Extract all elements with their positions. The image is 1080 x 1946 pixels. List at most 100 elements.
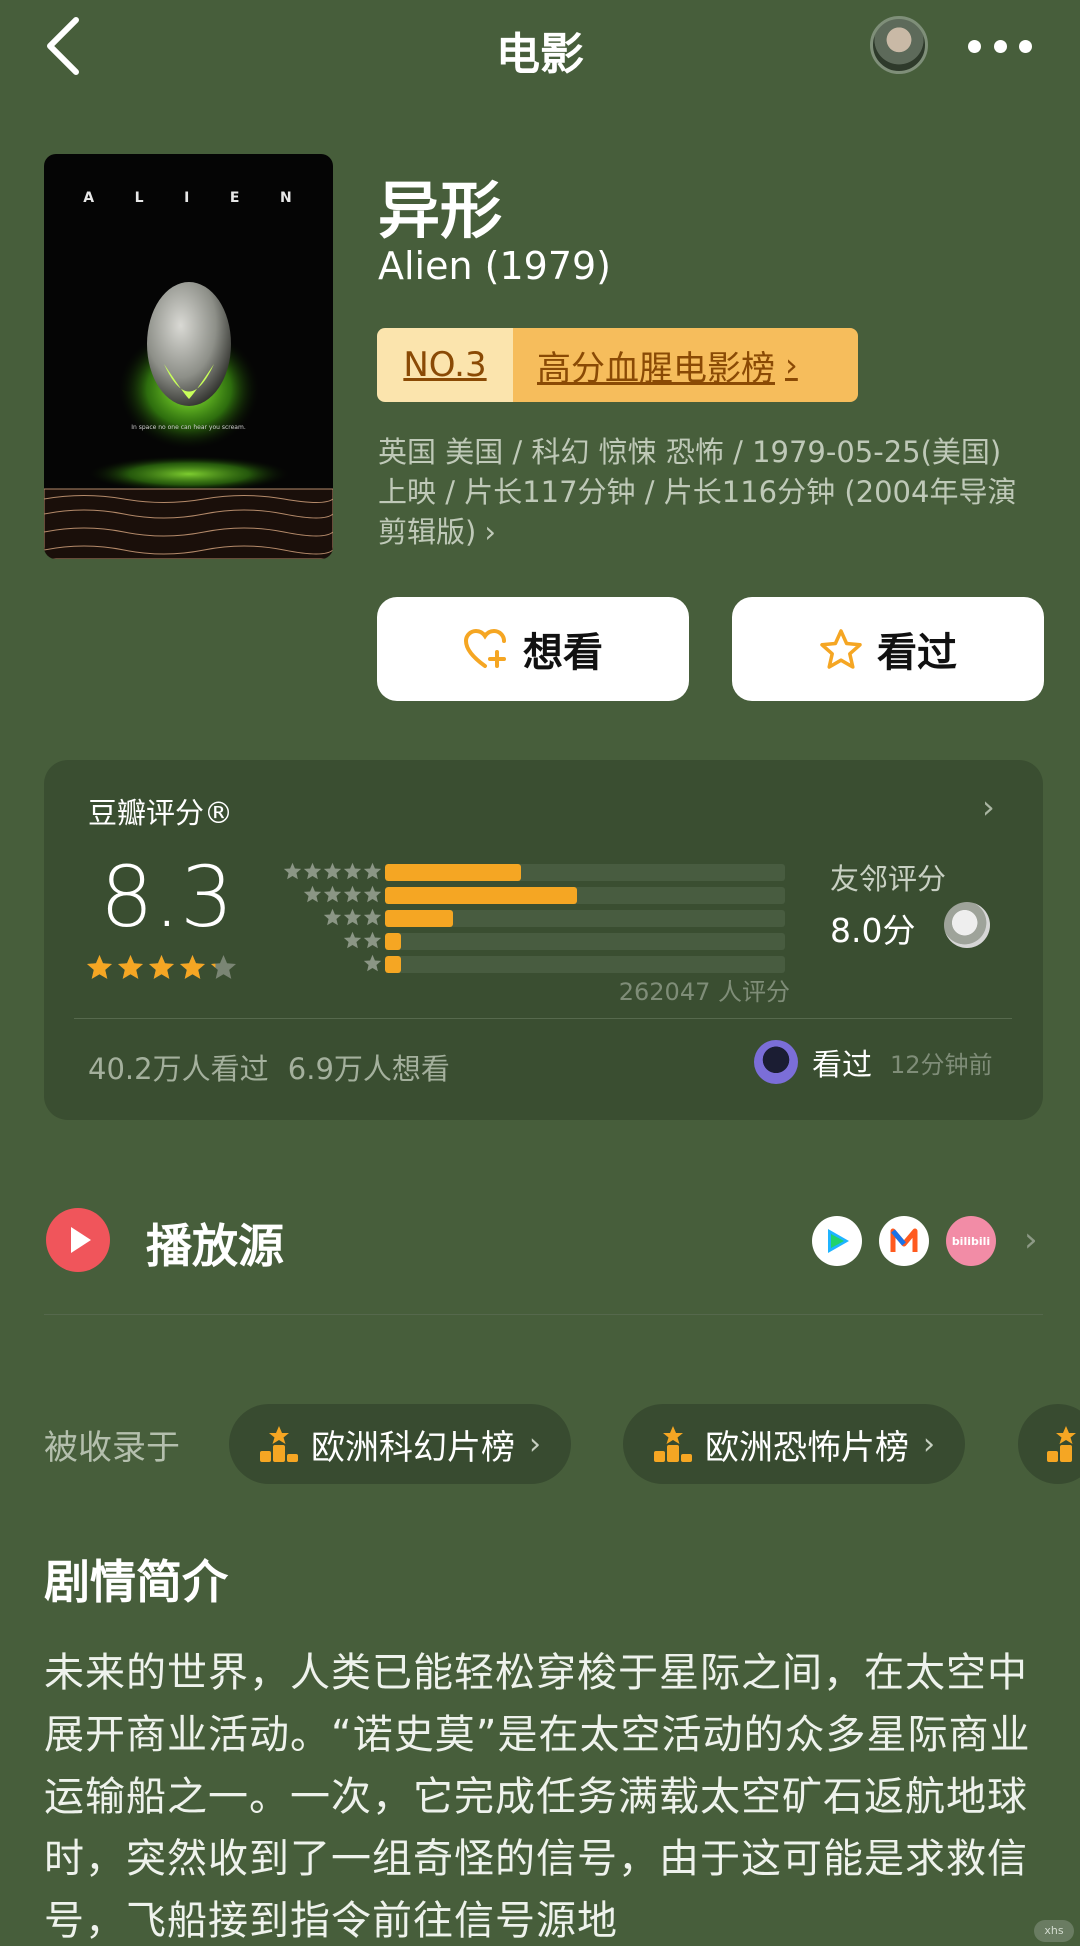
- rating-dist-stars: [343, 931, 382, 949]
- poster-title-letter: I: [184, 190, 192, 206]
- divider: [44, 1314, 1043, 1315]
- poster-title-letter: N: [279, 190, 294, 206]
- more-dot-icon: [993, 39, 1007, 53]
- rank-number: NO.3: [377, 328, 513, 402]
- top-bar: 电影: [0, 0, 1080, 95]
- play-icon: [46, 1208, 110, 1272]
- neighbor-avatar: [944, 902, 990, 948]
- chevron-right-icon: ›: [484, 515, 496, 549]
- rating-score: 8.3: [100, 848, 234, 946]
- neighbor-rating-label: 友邻评分: [830, 862, 947, 896]
- tencent-video-glyph: [828, 1229, 849, 1253]
- want-to-watch-label: 想看: [523, 630, 603, 676]
- star-small-icon: [343, 885, 362, 903]
- mgtv-glyph: [890, 1228, 918, 1252]
- movie-meta[interactable]: 英国 美国 / 科幻 惊悚 恐怖 / 1979-05-25(美国) 上映 / 片…: [378, 432, 1038, 552]
- want-to-watch-button[interactable]: 想看: [377, 597, 689, 701]
- chevron-right-icon[interactable]: ›: [1024, 1220, 1038, 1260]
- star-small-icon: [323, 885, 342, 903]
- collections-label: 被收录于: [44, 1428, 180, 1468]
- poster-tagline: In space no one can hear you scream.: [131, 424, 246, 431]
- movie-meta-text: 英国 美国 / 科幻 惊悚 恐怖 / 1979-05-25(美国) 上映 / 片…: [378, 435, 1017, 549]
- star-filled-icon: [118, 955, 143, 979]
- neighbor-rating-score: 8.0分: [830, 911, 916, 950]
- star-small-icon: [363, 954, 382, 972]
- rating-dist-stars: [303, 885, 382, 903]
- rank-badge[interactable]: NO.3 高分血腥电影榜 ›: [377, 328, 858, 402]
- star-small-icon: [323, 908, 342, 926]
- collection-chip[interactable]: 欧洲科幻片榜 ›: [229, 1404, 571, 1484]
- chevron-right-icon[interactable]: ›: [982, 788, 995, 826]
- rating-dist-bar-fill: [385, 956, 401, 973]
- star-small-icon: [343, 908, 362, 926]
- rating-dist-stars: [323, 908, 382, 926]
- star-small-icon: [363, 885, 382, 903]
- collection-chip[interactable]: 欧洲恐怖片榜 ›: [623, 1404, 965, 1484]
- star-small-icon: [343, 862, 362, 880]
- friend-avatar: [754, 1040, 798, 1084]
- star-small-icon: [323, 862, 342, 880]
- bilibili-icon[interactable]: bilibili: [946, 1216, 996, 1266]
- poster-title-letter: E: [229, 190, 242, 206]
- chevron-right-icon: ›: [923, 1426, 935, 1462]
- rating-card[interactable]: 豆瓣评分® › 8.3 262047 人评分 友邻评分 8.0分 40.2万人看…: [44, 760, 1043, 1120]
- divider: [74, 1018, 1012, 1019]
- movie-title-en: Alien (1979): [378, 244, 612, 288]
- synopsis-text: 未来的世界，人类已能轻松穿梭于星际之间，在太空中展开商业活动。“诺史莫”是在太空…: [44, 1650, 1031, 1944]
- rating-count: 262047 人评分: [618, 978, 790, 1006]
- rating-dist-bar-fill: [385, 864, 521, 881]
- watched-label: 看过: [877, 630, 957, 676]
- movie-poster[interactable]: A L I E N In space no one can hear you s…: [44, 154, 333, 559]
- chevron-right-icon: ›: [785, 346, 798, 384]
- star-filled-icon: [180, 955, 205, 979]
- rating-dist-bar-fill: [385, 910, 453, 927]
- movie-title-cn: 异形: [378, 174, 503, 247]
- synopsis-title: 剧情简介: [44, 1555, 228, 1609]
- rating-dist-bar: [385, 887, 785, 904]
- collection-chip-label: 欧洲恐怖片榜: [705, 1427, 909, 1468]
- rating-dist-stars: [363, 954, 382, 972]
- collection-chip-partial[interactable]: [1018, 1404, 1080, 1484]
- star-small-icon: [363, 908, 382, 926]
- rating-dist-row: [270, 908, 382, 927]
- more-dot-icon: [968, 39, 981, 53]
- mgtv-icon[interactable]: [879, 1216, 929, 1266]
- rating-dist-bar: [385, 910, 785, 927]
- watermark-badge: xhs: [1034, 1920, 1074, 1942]
- collection-chip-label: 欧洲科幻片榜: [311, 1427, 515, 1468]
- rating-dist-bar: [385, 956, 785, 973]
- friend-time: 12分钟前: [890, 1050, 993, 1079]
- tencent-video-icon[interactable]: [812, 1216, 862, 1266]
- chevron-right-icon: ›: [529, 1426, 541, 1462]
- poster-title: A L I E N: [44, 190, 333, 206]
- rating-dist-bar-fill: [385, 933, 401, 950]
- rating-dist-bar: [385, 933, 785, 950]
- rating-source-label: 豆瓣评分®: [88, 796, 234, 830]
- bilibili-glyph: bilibili: [951, 1234, 991, 1248]
- rating-dist-row: [270, 931, 382, 950]
- more-options-button[interactable]: [968, 24, 1032, 68]
- watched-button[interactable]: 看过: [732, 597, 1044, 701]
- user-avatar[interactable]: [870, 16, 928, 74]
- rating-dist-stars: [283, 862, 382, 880]
- star-small-icon: [303, 862, 322, 880]
- star-small-icon: [363, 862, 382, 880]
- ranking-podium-icon: [260, 1426, 298, 1462]
- rating-dist-bar: [385, 864, 785, 881]
- star-outline-icon: [820, 629, 862, 669]
- rating-dist-bar-fill: [385, 887, 577, 904]
- rating-stars: [86, 954, 237, 980]
- poster-title-letter: L: [134, 190, 146, 206]
- watch-stats: 40.2万人看过 6.9万人想看: [88, 1052, 450, 1086]
- rating-dist-row: [270, 862, 382, 881]
- alien-egg-illustration: [44, 282, 333, 559]
- heart-plus-icon: [463, 628, 506, 668]
- star-small-icon: [283, 862, 302, 880]
- play-sources-row[interactable]: 播放源 bilibili ›: [0, 1200, 1080, 1315]
- ranking-podium-icon: [654, 1426, 692, 1462]
- rank-list-link[interactable]: 高分血腥电影榜 ›: [513, 328, 858, 402]
- friend-activity[interactable]: 看过 12分钟前: [754, 1040, 993, 1084]
- star-filled-icon: [87, 955, 112, 979]
- star-filled-icon: [149, 955, 174, 979]
- rating-dist-row: [270, 885, 382, 904]
